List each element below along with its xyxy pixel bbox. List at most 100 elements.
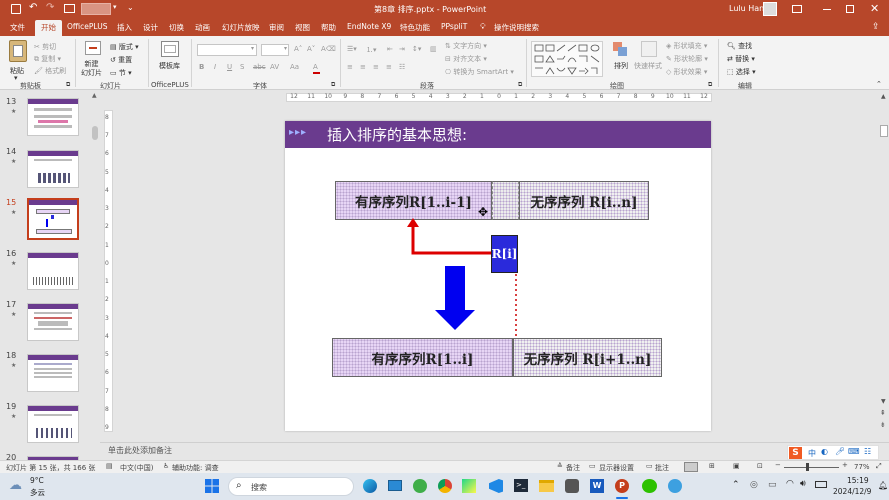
template-library-button[interactable]: 模板库: [159, 61, 180, 71]
arrange-icon[interactable]: [612, 41, 631, 57]
tray-overflow-icon[interactable]: ⌃: [732, 480, 740, 490]
decrease-indent-icon[interactable]: ⇤: [387, 45, 393, 53]
slide-canvas[interactable]: ▸▸▸ 插入排序的基本思想: 有序序列R[1..i-1] 无序序列 R[i..n…: [285, 121, 711, 431]
restore-icon[interactable]: [846, 5, 854, 13]
italic-icon[interactable]: I: [214, 63, 216, 71]
monitor-app-icon[interactable]: [388, 480, 402, 491]
undo-icon[interactable]: ↶: [29, 2, 37, 13]
shape-effects-button[interactable]: ◇ 形状效果 ▾: [666, 67, 707, 77]
accessibility-status[interactable]: 辅助功能: 调查: [172, 463, 219, 473]
weather-desc[interactable]: 多云: [30, 487, 45, 498]
paste-dropdown-icon[interactable]: ▾: [14, 74, 18, 82]
new-slide-icon[interactable]: [85, 41, 101, 55]
font-name-input[interactable]: [197, 44, 257, 56]
slide-thumbnail-14[interactable]: [27, 150, 79, 188]
slideshow-view-icon[interactable]: ⊡: [757, 462, 763, 470]
tray-app2-icon[interactable]: ◎: [750, 480, 758, 490]
bullets-icon[interactable]: ☰▾: [347, 45, 357, 53]
edge-icon[interactable]: [363, 479, 377, 493]
wifi-icon[interactable]: ◠: [786, 479, 794, 489]
spellcheck-icon[interactable]: ▤: [106, 462, 113, 470]
ime-voice-icon[interactable]: 🎤︎: [835, 447, 845, 456]
distribute-icon[interactable]: ☷: [399, 63, 405, 71]
vector-app-icon[interactable]: [565, 479, 579, 493]
prev-slide-icon[interactable]: ⇞: [880, 409, 886, 417]
strikethrough-icon[interactable]: abc: [253, 63, 266, 71]
tab-endnote[interactable]: EndNote X9: [347, 22, 391, 31]
clipboard-launcher-icon[interactable]: ⧉: [66, 81, 70, 89]
tab-home[interactable]: 开始: [35, 20, 62, 36]
copy-button[interactable]: ⧉ 复制 ▾: [34, 54, 61, 64]
shadow-icon[interactable]: S: [240, 63, 244, 71]
decrease-font-icon[interactable]: A˅: [307, 45, 315, 53]
powerpoint-icon[interactable]: P: [615, 479, 629, 493]
wechat-icon[interactable]: [642, 479, 657, 493]
change-case-icon[interactable]: Aa: [290, 63, 299, 71]
slide-thumbnail-17[interactable]: [27, 303, 79, 341]
red-insert-arrow[interactable]: [285, 121, 711, 431]
font-color-icon[interactable]: A: [313, 63, 318, 71]
vscode-icon[interactable]: [489, 479, 503, 493]
blue-down-arrow[interactable]: [435, 266, 475, 332]
quick-access-dropdown-icon[interactable]: ▾: [113, 3, 117, 11]
new-slide-button[interactable]: 新建 幻灯片: [81, 60, 102, 78]
slide-thumbnail-13[interactable]: [27, 98, 79, 136]
display-settings[interactable]: 显示器设置: [599, 463, 634, 473]
customize-quick-access-icon[interactable]: ⌄: [127, 3, 134, 12]
tab-file[interactable]: 文件: [10, 22, 25, 33]
file-explorer-icon[interactable]: [539, 480, 554, 492]
thumbnail-scrollbar[interactable]: [91, 90, 99, 460]
align-center-icon[interactable]: ≡: [360, 63, 366, 71]
ime-keyboard-icon[interactable]: ⌨: [848, 447, 860, 456]
columns-icon[interactable]: ▥: [430, 45, 437, 53]
slide-thumbnail-16[interactable]: [27, 252, 79, 290]
ime-punct-icon[interactable]: ◐: [821, 447, 828, 456]
notes-placeholder[interactable]: 单击此处添加备注: [108, 445, 172, 456]
find-button[interactable]: 🔍︎ 查找: [727, 41, 752, 51]
line-spacing-icon[interactable]: ↕▾: [412, 45, 421, 53]
quick-access-font-box[interactable]: [81, 3, 111, 15]
volume-icon[interactable]: 🔊︎: [800, 479, 806, 489]
browser-green-icon[interactable]: [413, 479, 427, 493]
font-size-dropdown-icon[interactable]: ▾: [284, 45, 287, 52]
user-name[interactable]: Lulu Han: [729, 4, 764, 13]
layout-button[interactable]: ▤ 版式 ▾: [110, 42, 139, 52]
shape-outline-button[interactable]: ✎ 形状轮廓 ▾: [666, 54, 708, 64]
drawing-launcher-icon[interactable]: ⧉: [708, 81, 712, 89]
tab-animations[interactable]: 动画: [195, 22, 210, 33]
search-placeholder[interactable]: 搜索: [251, 482, 267, 493]
battery-icon[interactable]: [815, 481, 827, 488]
tab-slideshow[interactable]: 幻灯片放映: [222, 22, 260, 33]
zoom-out-icon[interactable]: −: [775, 461, 781, 469]
pycharm-icon[interactable]: [462, 479, 476, 493]
ime-menu-icon[interactable]: ☷: [864, 447, 871, 456]
tab-design[interactable]: 设计: [143, 22, 158, 33]
fit-to-window-icon[interactable]: ⤢: [876, 462, 882, 471]
slide-counter[interactable]: 幻灯片 第 15 张，共 166 张: [6, 463, 95, 473]
paragraph-launcher-icon[interactable]: ⧉: [518, 81, 522, 89]
slide-thumbnail-18[interactable]: [27, 354, 79, 392]
increase-indent-icon[interactable]: ⇥: [399, 45, 405, 53]
tell-me-search[interactable]: 操作说明搜索: [494, 22, 539, 33]
justify-icon[interactable]: ≡: [386, 63, 392, 71]
zoom-level[interactable]: 77%: [854, 463, 870, 471]
windows-start-icon[interactable]: [205, 479, 219, 493]
numbering-icon[interactable]: ⒈▾: [366, 45, 377, 55]
collapse-ribbon-icon[interactable]: ⌃: [876, 80, 882, 88]
slide-thumbnail-15[interactable]: [27, 198, 79, 240]
notes-pane[interactable]: 单击此处添加备注: [100, 442, 889, 460]
format-painter-button[interactable]: 🖌︎ 格式刷: [34, 66, 66, 76]
template-library-icon[interactable]: [161, 41, 179, 57]
save-icon[interactable]: [11, 4, 21, 14]
ribbon-display-icon[interactable]: [792, 5, 802, 13]
ime-mode[interactable]: 中: [808, 448, 816, 459]
close-icon[interactable]: ✕: [870, 2, 879, 15]
next-slide-icon[interactable]: ⇟: [880, 421, 886, 429]
underline-icon[interactable]: U: [227, 63, 232, 71]
align-text-button[interactable]: ⊟ 对齐文本 ▾: [445, 54, 487, 64]
zoom-slider-thumb[interactable]: [806, 463, 809, 471]
tab-officeplus[interactable]: OfficePLUS: [67, 22, 107, 31]
tab-help[interactable]: 帮助: [321, 22, 336, 33]
quick-styles-button[interactable]: 快速样式: [634, 61, 662, 71]
slide-scroll-up-icon[interactable]: ▲: [881, 93, 886, 100]
